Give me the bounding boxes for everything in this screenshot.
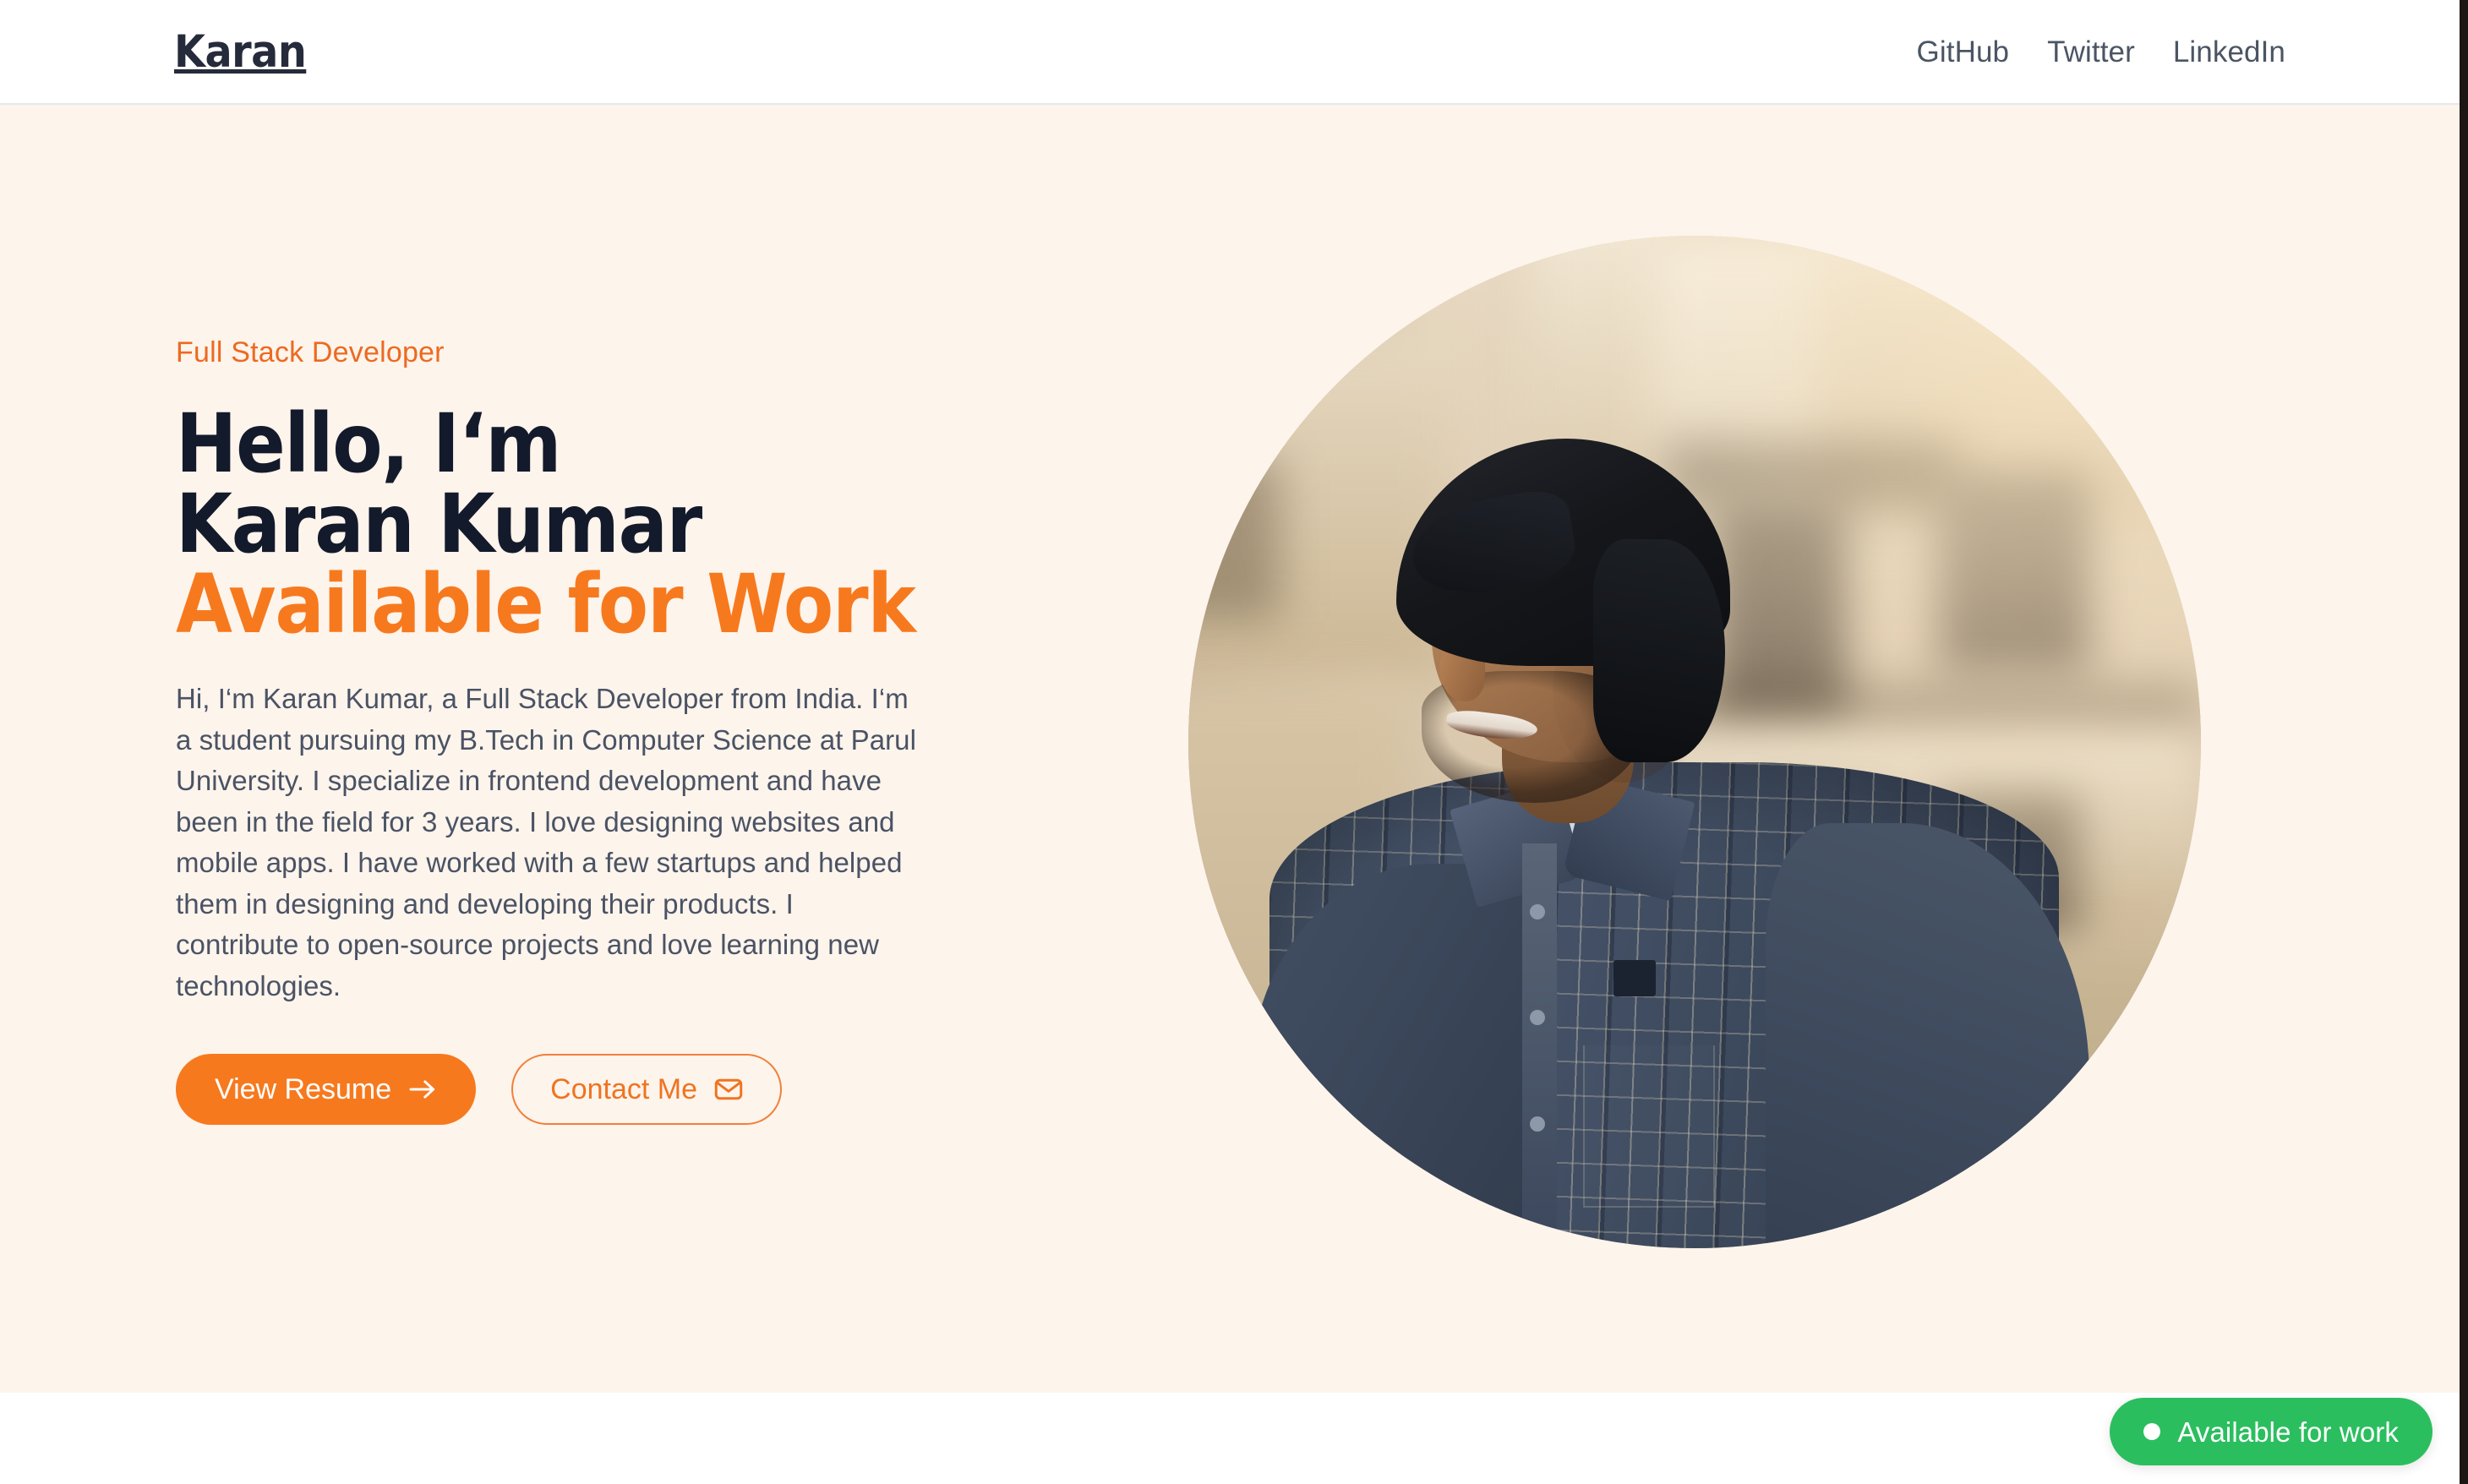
profile-photo <box>1188 236 2201 1248</box>
hero-section: Full Stack Developer Hello, I‘m Karan Ku… <box>0 105 2460 1393</box>
status-dot-icon <box>2143 1423 2161 1440</box>
hero-title-line-1: Hello, I‘m <box>176 396 561 491</box>
nav-link-linkedin[interactable]: LinkedIn <box>2173 37 2285 67</box>
hero-eyebrow: Full Stack Developer <box>176 336 445 368</box>
contact-me-button[interactable]: Contact Me <box>511 1054 782 1125</box>
site-logo[interactable]: Karan <box>174 30 307 74</box>
shirt-button-3 <box>1529 1116 1545 1132</box>
nav-link-github[interactable]: GitHub <box>1917 37 2010 67</box>
page-title: Hello, I‘m Karan Kumar Available for Wor… <box>176 396 930 652</box>
view-resume-label: View Resume <box>215 1073 392 1105</box>
hero-content: Full Stack Developer Hello, I‘m Karan Ku… <box>0 105 930 1125</box>
hair-side <box>1593 539 1725 762</box>
hero-title-line-3: Available for Work <box>176 557 916 652</box>
site-header: Karan GitHub Twitter LinkedIn <box>0 0 2460 105</box>
main-navigation: GitHub Twitter LinkedIn <box>1917 37 2285 67</box>
hero-portrait-container <box>930 105 2460 1248</box>
hero-actions: View Resume Contact Me <box>176 1054 930 1125</box>
hero-title-line-2: Karan Kumar <box>176 477 702 571</box>
view-resume-button[interactable]: View Resume <box>176 1054 477 1125</box>
mail-icon <box>714 1077 743 1102</box>
hero-description: Hi, I‘m Karan Kumar, a Full Stack Develo… <box>176 683 916 1001</box>
nav-link-twitter[interactable]: Twitter <box>2047 37 2135 67</box>
shirt-button-1 <box>1529 903 1545 919</box>
availability-badge-label: Available for work <box>2177 1416 2399 1448</box>
shirt-chest-label <box>1613 959 1657 996</box>
person-figure <box>1188 236 2201 1248</box>
window-edge-strip <box>2460 0 2468 1484</box>
contact-me-label: Contact Me <box>550 1073 697 1105</box>
shirt-pocket <box>1583 1045 1715 1208</box>
availability-status-badge[interactable]: Available for work <box>2110 1398 2433 1465</box>
arrow-right-icon <box>408 1078 437 1101</box>
